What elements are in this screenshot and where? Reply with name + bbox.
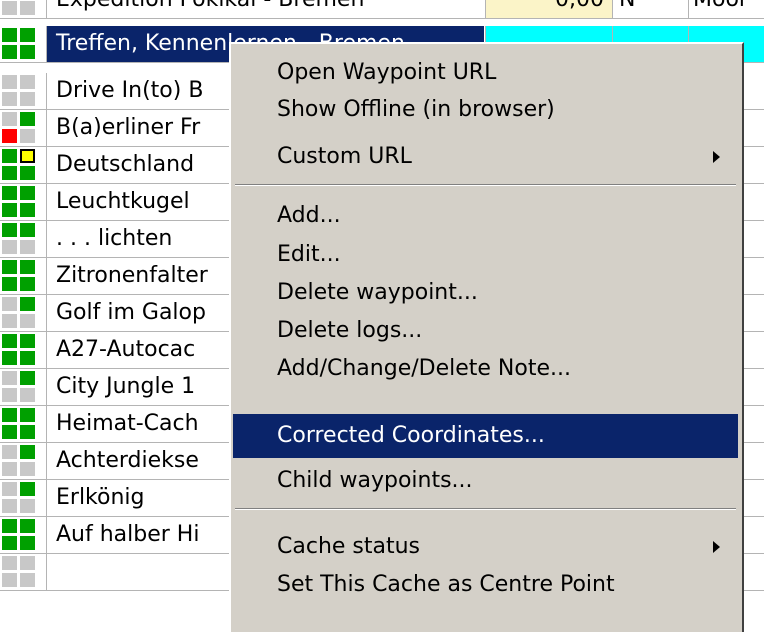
menu-item-label: Set This Cache as Centre Point [277,572,615,597]
menu-item-delete-logs[interactable]: Delete logs... [233,312,738,349]
menu-item-note[interactable]: Add/Change/Delete Note... [233,350,738,387]
context-menu: Open Waypoint URL Show Offline (in brows… [229,42,744,632]
menu-item-open-waypoint-url[interactable]: Open Waypoint URL [233,54,738,91]
cache-status-icon [2,112,38,144]
menu-item-label: Child waypoints... [277,468,473,493]
menu-item-custom-url[interactable]: Custom URL [233,138,738,175]
cache-status-icon [2,223,38,255]
menu-separator [235,184,736,186]
cache-value-cell: 0,00 [485,0,612,18]
table-row[interactable]: Expedition Pokikal - Bremen 0,00 N Moor [0,0,764,19]
cache-status-icon [2,0,38,16]
menu-item-label: Custom URL [277,144,412,169]
cache-status-icon [2,260,38,292]
cache-status-icon [2,482,38,514]
menu-item-label: Delete waypoint... [277,280,478,305]
cache-status-icon [2,371,38,403]
cache-status-icon [2,556,38,588]
menu-item-label: Delete logs... [277,318,423,343]
cache-type-cell: Moor [688,0,764,18]
menu-item-label: Edit... [277,242,341,267]
cache-status-icon [2,445,38,477]
menu-item-label: Open Waypoint URL [277,60,497,85]
cache-flag-cell: N [612,0,688,18]
menu-item-child-waypoints[interactable]: Child waypoints... [233,462,738,499]
menu-item-delete-waypoint[interactable]: Delete waypoint... [233,274,738,311]
cache-status-icon [2,149,38,181]
cache-status-icon [2,75,38,107]
menu-item-label: Cache status [277,534,421,559]
cache-status-icon [2,28,38,60]
cache-status-icon [2,186,38,218]
menu-item-label: Add... [277,203,341,228]
menu-item-edit[interactable]: Edit... [233,236,738,273]
menu-item-cache-status[interactable]: Cache status [233,528,738,565]
menu-item-label: Add/Change/Delete Note... [277,356,571,381]
submenu-arrow-icon [713,151,720,163]
cache-status-icon [2,334,38,366]
submenu-arrow-icon [713,541,720,553]
menu-item-show-offline[interactable]: Show Offline (in browser) [233,91,738,128]
cache-status-icon [2,519,38,551]
menu-item-label: Show Offline (in browser) [277,97,555,122]
menu-item-add[interactable]: Add... [233,197,738,234]
menu-item-corrected-coordinates[interactable]: Corrected Coordinates... [233,414,738,458]
cache-status-icon [2,408,38,440]
menu-separator [235,508,736,510]
menu-item-set-centre-point[interactable]: Set This Cache as Centre Point [233,566,738,603]
cache-status-icon [2,297,38,329]
menu-item-label: Corrected Coordinates... [277,423,545,448]
cache-name-cell: Expedition Pokikal - Bremen [46,0,484,18]
